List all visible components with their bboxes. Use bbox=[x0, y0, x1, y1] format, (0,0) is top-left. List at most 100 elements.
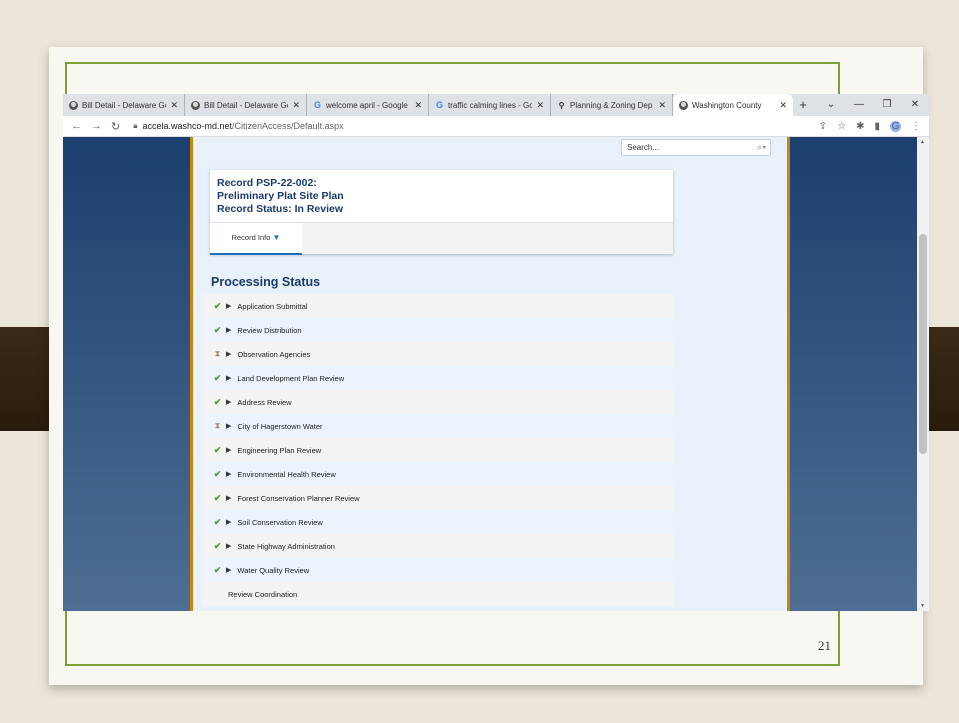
tab-title: traffic calming lines - Go bbox=[448, 100, 533, 110]
processing-item: Review Coordination bbox=[203, 582, 673, 606]
right-sidebar bbox=[787, 137, 917, 611]
tab-close-icon[interactable]: ✕ bbox=[779, 100, 787, 111]
expand-arrow-icon[interactable]: ▶ bbox=[226, 350, 231, 358]
tab-title: welcome april - Google bbox=[326, 100, 408, 110]
processing-item[interactable]: ✔ ▶ Application Submittal bbox=[203, 294, 673, 318]
tab-close-icon[interactable]: ✕ bbox=[414, 100, 422, 111]
url-field[interactable]: 🔒︎ accela.washco-md.net/CitizenAccess/De… bbox=[133, 121, 343, 131]
processing-item-label: Land Development Plan Review bbox=[237, 373, 345, 383]
processing-item[interactable]: ✔ ▶ Review Distribution bbox=[203, 318, 673, 342]
restore-icon[interactable]: ❐ bbox=[873, 94, 901, 116]
processing-item-label: Review Coordination bbox=[228, 589, 298, 599]
page-content: Search... ⌕▾ Record PSP-22-002: Prelimin… bbox=[63, 137, 917, 611]
processing-item[interactable]: ✔ ▶ Address Review bbox=[203, 390, 673, 414]
expand-arrow-icon[interactable]: ▶ bbox=[226, 542, 231, 550]
expand-arrow-icon[interactable]: ▶ bbox=[226, 422, 231, 430]
browser-tab[interactable]: ◍ Bill Detail - Delaware Ge ✕ bbox=[185, 94, 307, 116]
hourglass-icon: ⧗ bbox=[214, 349, 221, 358]
processing-item[interactable]: ✔ ▶ Engineering Plan Review bbox=[203, 438, 673, 462]
tab-title: Bill Detail - Delaware Ge bbox=[82, 100, 167, 110]
profile-avatar-icon[interactable]: G bbox=[890, 121, 901, 132]
check-icon: ✔ bbox=[213, 300, 222, 311]
bookmark-star-icon[interactable]: ☆ bbox=[837, 121, 846, 132]
processing-item-label: Application Submittal bbox=[237, 301, 308, 311]
expand-arrow-icon[interactable]: ▶ bbox=[226, 398, 231, 406]
scroll-down-icon[interactable]: ▼ bbox=[920, 603, 925, 609]
tab-close-icon[interactable]: ✕ bbox=[536, 100, 544, 111]
expand-arrow-icon[interactable]: ▶ bbox=[226, 470, 231, 478]
tab-close-icon[interactable]: ✕ bbox=[170, 100, 178, 111]
expand-arrow-icon[interactable]: ▶ bbox=[226, 326, 231, 334]
extensions-icon[interactable]: ✱ bbox=[856, 121, 864, 132]
processing-item[interactable]: ✔ ▶ State Highway Administration bbox=[203, 534, 673, 558]
check-icon: ✔ bbox=[213, 324, 222, 335]
globe-icon: ◍ bbox=[69, 100, 78, 110]
browser-tab[interactable]: ⚲ Planning & Zoning Dep ✕ bbox=[551, 94, 673, 116]
tab-search-icon[interactable]: ⌄ bbox=[817, 94, 845, 116]
search-input[interactable]: Search... ⌕▾ bbox=[621, 139, 771, 156]
check-icon: ✔ bbox=[213, 492, 222, 503]
expand-arrow-icon[interactable]: ▶ bbox=[226, 566, 231, 574]
minimize-icon[interactable]: — bbox=[845, 94, 873, 116]
processing-item-label: Soil Conservation Review bbox=[237, 517, 323, 527]
check-icon: ✔ bbox=[213, 468, 222, 479]
browser-tab[interactable]: ◍ Washington County ✕ bbox=[673, 94, 793, 116]
forward-icon[interactable]: → bbox=[91, 120, 102, 132]
address-bar: ← → ↻ 🔒︎ accela.washco-md.net/CitizenAcc… bbox=[63, 116, 929, 137]
tab-bar: ◍ Bill Detail - Delaware Ge ✕ ◍ Bill Detail … bbox=[63, 94, 929, 116]
url-path: /CitizenAccess/Default.aspx bbox=[232, 121, 344, 131]
check-icon: ✔ bbox=[213, 516, 222, 527]
reload-icon[interactable]: ↻ bbox=[111, 120, 120, 133]
expand-arrow-icon[interactable]: ▶ bbox=[226, 494, 231, 502]
processing-status-heading: Processing Status bbox=[211, 275, 321, 289]
browser-tab[interactable]: ◍ Bill Detail - Delaware Ge ✕ bbox=[63, 94, 185, 116]
hourglass-icon: ⧗ bbox=[214, 421, 221, 430]
share-icon[interactable]: ⇪ bbox=[819, 121, 827, 132]
globe-icon: ◍ bbox=[191, 100, 200, 110]
processing-item[interactable]: ✔ ▶ Forest Conservation Planner Review bbox=[203, 486, 673, 510]
record-title: Record PSP-22-002: Preliminary Plat Site… bbox=[217, 177, 344, 216]
tab-record-info-label: Record Info bbox=[231, 233, 271, 242]
check-icon: ✔ bbox=[213, 540, 222, 551]
vertical-scrollbar[interactable]: ▲ ▼ bbox=[917, 137, 929, 611]
menu-kebab-icon[interactable]: ⋮ bbox=[911, 121, 921, 132]
back-icon[interactable]: ← bbox=[71, 120, 82, 132]
scroll-up-icon[interactable]: ▲ bbox=[920, 139, 925, 145]
record-tabs: Record Info ▼ bbox=[210, 222, 673, 255]
tab-record-info[interactable]: Record Info ▼ bbox=[210, 223, 302, 255]
processing-item[interactable]: ⧗ ▶ City of Hagerstown Water bbox=[203, 414, 673, 438]
expand-arrow-icon[interactable]: ▶ bbox=[226, 374, 231, 382]
record-status: Record Status: In Review bbox=[217, 203, 344, 215]
processing-item-label: State Highway Administration bbox=[237, 541, 335, 551]
expand-arrow-icon[interactable]: ▶ bbox=[226, 446, 231, 454]
url-domain: accela.washco-md.net bbox=[142, 121, 233, 131]
browser-window: ◍ Bill Detail - Delaware Ge ✕ ◍ Bill Detail … bbox=[63, 94, 929, 611]
processing-item[interactable]: ⧗ ▶ Observation Agencies bbox=[203, 342, 673, 366]
close-window-icon[interactable]: ✕ bbox=[901, 94, 929, 116]
browser-tab[interactable]: Gtraffic calming lines - Go ✕ bbox=[429, 94, 551, 116]
tab-close-icon[interactable]: ✕ bbox=[292, 100, 300, 111]
globe-icon: ◍ bbox=[679, 100, 688, 110]
google-icon: G bbox=[435, 99, 443, 110]
check-icon: ✔ bbox=[213, 372, 222, 383]
processing-item[interactable]: ✔ ▶ Water Quality Review bbox=[203, 558, 673, 582]
caret-down-icon: ▼ bbox=[272, 233, 281, 242]
scroll-thumb[interactable] bbox=[919, 234, 927, 454]
tab-strip: ◍ Bill Detail - Delaware Ge ✕ ◍ Bill Detail … bbox=[63, 94, 793, 116]
side-panel-icon[interactable]: ▮ bbox=[874, 121, 880, 132]
tab-title: Washington County bbox=[692, 100, 762, 110]
left-sidebar bbox=[63, 137, 193, 611]
pin-icon: ⚲ bbox=[558, 100, 565, 110]
tab-close-icon[interactable]: ✕ bbox=[658, 100, 666, 111]
expand-arrow-icon[interactable]: ▶ bbox=[226, 518, 231, 526]
expand-arrow-icon[interactable]: ▶ bbox=[226, 302, 231, 310]
lock-icon[interactable]: 🔒︎ bbox=[133, 121, 137, 131]
processing-item[interactable]: ✔ ▶ Soil Conservation Review bbox=[203, 510, 673, 534]
processing-status-list: ✔ ▶ Application Submittal ✔ ▶ Review Distribu… bbox=[203, 294, 673, 606]
new-tab-button[interactable]: + bbox=[793, 94, 813, 116]
processing-item[interactable]: ✔ ▶ Environmental Health Review bbox=[203, 462, 673, 486]
browser-tab[interactable]: Gwelcome april - Google ✕ bbox=[307, 94, 429, 116]
search-icon[interactable]: ⌕▾ bbox=[757, 142, 766, 153]
processing-item-label: Observation Agencies bbox=[237, 349, 311, 359]
processing-item[interactable]: ✔ ▶ Land Development Plan Review bbox=[203, 366, 673, 390]
